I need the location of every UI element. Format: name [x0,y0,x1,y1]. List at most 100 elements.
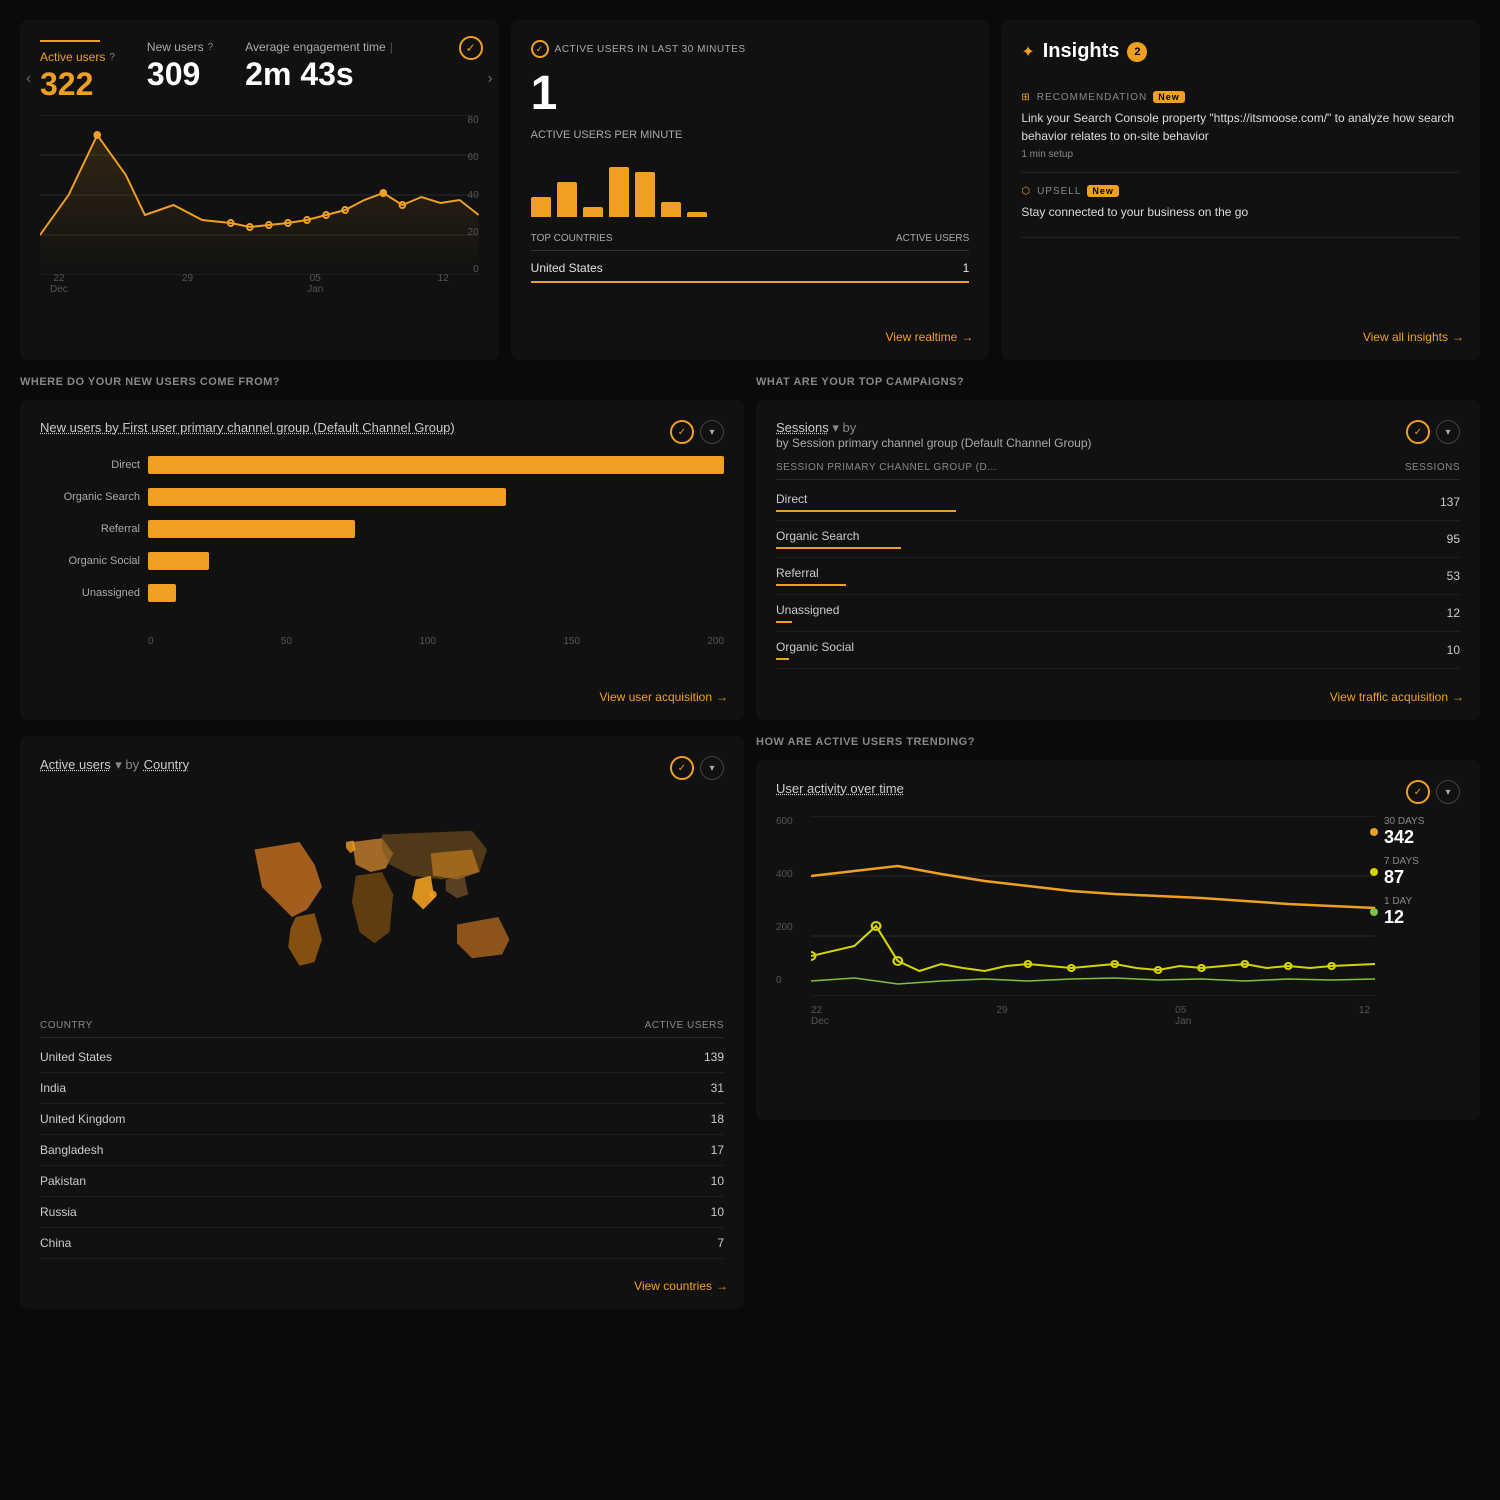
rec-text: Link your Search Console property "https… [1021,109,1460,145]
map-country-label[interactable]: Country [144,757,190,772]
prev-arrow[interactable]: ‹ [26,70,31,88]
country-value: 7 [717,1236,724,1250]
legend-7d-dot [1370,868,1378,876]
campaigns-card-header: Sessions ▾ by by Session primary channel… [776,420,1460,450]
campaigns-icon-group: ✓ ▾ [1406,420,1460,444]
activity-chevron-icon[interactable]: ▾ [1436,780,1460,804]
realtime-card: ✓ ACTIVE USERS IN LAST 30 MINUTES 1 ACTI… [511,20,990,360]
top-row: ‹ › Active users ? 322 New users ? [20,20,1480,360]
bar-fill-wrap [148,456,724,474]
bar-fill-wrap [148,488,724,506]
country-name: Pakistan [40,1174,711,1188]
campaign-label: Organic Search [776,529,901,543]
new-users-section-title: WHERE DO YOUR NEW USERS COME FROM? [20,376,744,388]
table-row: Direct 137 [776,484,1460,521]
help-icon2: ? [208,42,214,53]
new-users-section: WHERE DO YOUR NEW USERS COME FROM? New u… [20,376,744,720]
metrics-check-icon: ✓ [459,36,483,60]
rt-country-bar [531,281,970,283]
avg-engagement-metric: Average engagement time | 2m 43s [245,40,393,93]
view-insights-link[interactable]: View all insights → [1363,330,1464,344]
activity-card-header: User activity over time ✓ ▾ [776,780,1460,804]
legend-1day: 1 DAY 12 [1370,896,1460,928]
country-row-inner: Pakistan 10 [40,1166,724,1197]
new-users-label: New users ? [147,40,213,54]
middle-row: WHERE DO YOUR NEW USERS COME FROM? New u… [20,376,1480,720]
bar-x-label: 0 [148,636,154,647]
country-row: India 31 [40,1073,724,1104]
avg-engagement-label: Average engagement time | [245,40,393,54]
campaign-value: 10 [1447,643,1460,657]
campaigns-chevron-icon[interactable]: ▾ [1436,420,1460,444]
rt-bar-2 [557,182,577,217]
metrics-card: ‹ › Active users ? 322 New users ? [20,20,499,360]
campaigns-sub: by Session primary channel group (Defaul… [776,436,1092,450]
country-value: 10 [711,1205,724,1219]
country-row: Russia 10 [40,1197,724,1228]
country-rows: United States 139 India 31 United Kingdo… [40,1042,724,1259]
insight-upsell-type: ⬡ UPSELL New [1021,185,1460,197]
bar-fill-wrap [148,584,724,602]
view-user-acquisition-link[interactable]: View user acquisition → [599,690,728,704]
country-row-inner: India 31 [40,1073,724,1104]
legend-7days: 7 DAYS 87 [1370,856,1460,888]
bar-row: Organic Search [40,488,724,506]
country-row-inner: United Kingdom 18 [40,1104,724,1135]
map-chevron-icon[interactable]: ▾ [700,756,724,780]
activity-x-labels: 22Dec 29 05Jan 12 [811,1005,1370,1027]
country-row-inner: Russia 10 [40,1197,724,1228]
legend-30d-dot [1370,828,1378,836]
new-users-chart-title[interactable]: New users by First user primary channel … [40,420,455,435]
campaign-label: Unassigned [776,603,839,617]
country-row: United States 139 [40,1042,724,1073]
bar-fill [148,520,355,538]
new-users-chevron-icon[interactable]: ▾ [700,420,724,444]
bar-x-label: 150 [563,636,580,647]
map-section: Active users ▾ by Country ✓ ▾ [20,736,744,1309]
new-users-card-header: New users by First user primary channel … [40,420,724,444]
activity-y-labels: 6004002000 [776,816,806,986]
active-users-metric: Active users ? 322 [40,40,115,103]
bottom-row: Active users ▾ by Country ✓ ▾ [20,736,1480,1309]
table-row: Organic Search 95 [776,521,1460,558]
campaign-bar [776,658,789,660]
rt-country-bar-wrap [531,281,970,283]
table-row: Unassigned 12 [776,595,1460,632]
rt-per-minute: ACTIVE USERS PER MINUTE [531,129,970,141]
insight-recommendation: ⊞ RECOMMENDATION New Link your Search Co… [1021,79,1460,173]
table-row-inner: Organic Social 10 [776,632,1460,669]
map-icon-group: ✓ ▾ [670,756,724,780]
rec-new-badge: New [1153,91,1185,103]
view-countries-link[interactable]: View countries → [634,1279,728,1293]
table-row-inner: Unassigned 12 [776,595,1460,632]
rt-bar-4 [609,167,629,217]
map-card-header: Active users ▾ by Country ✓ ▾ [40,756,724,780]
country-name: United Kingdom [40,1112,711,1126]
country-row: United Kingdom 18 [40,1104,724,1135]
rt-bar-1 [531,197,551,217]
new-users-card: New users by First user primary channel … [20,400,744,720]
table-row-inner: Referral 53 [776,558,1460,595]
campaigns-section-title: WHAT ARE YOUR TOP CAMPAIGNS? [756,376,1480,388]
bar-x-label: 100 [419,636,436,647]
country-row: Bangladesh 17 [40,1135,724,1166]
next-arrow[interactable]: › [487,70,492,88]
new-users-bar-chart: Direct Organic Search Referral Organic S… [40,456,724,636]
avg-engagement-value: 2m 43s [245,56,393,93]
divider-char: | [390,40,393,54]
rt-title: ✓ ACTIVE USERS IN LAST 30 MINUTES [531,40,970,58]
view-realtime-link[interactable]: View realtime → [886,330,974,344]
insights-header: ✦ Insights 2 [1021,40,1460,63]
map-title[interactable]: Active users [40,757,111,772]
country-row-inner: Bangladesh 17 [40,1135,724,1166]
campaign-value: 53 [1447,569,1460,583]
rt-bar-6 [661,202,681,217]
view-traffic-acquisition-link[interactable]: View traffic acquisition → [1330,690,1464,704]
rt-countries-header: TOP COUNTRIES ACTIVE USERS [531,233,970,251]
chart-x-labels: 22Dec 29 05Jan 12 [50,273,449,295]
new-users-metric: New users ? 309 [147,40,213,93]
bar-row: Organic Social [40,552,724,570]
active-users-value: 322 [40,66,115,103]
upsell-new-badge: New [1087,185,1119,197]
campaigns-table-header: SESSION PRIMARY CHANNEL GROUP (D... SESS… [776,462,1460,480]
